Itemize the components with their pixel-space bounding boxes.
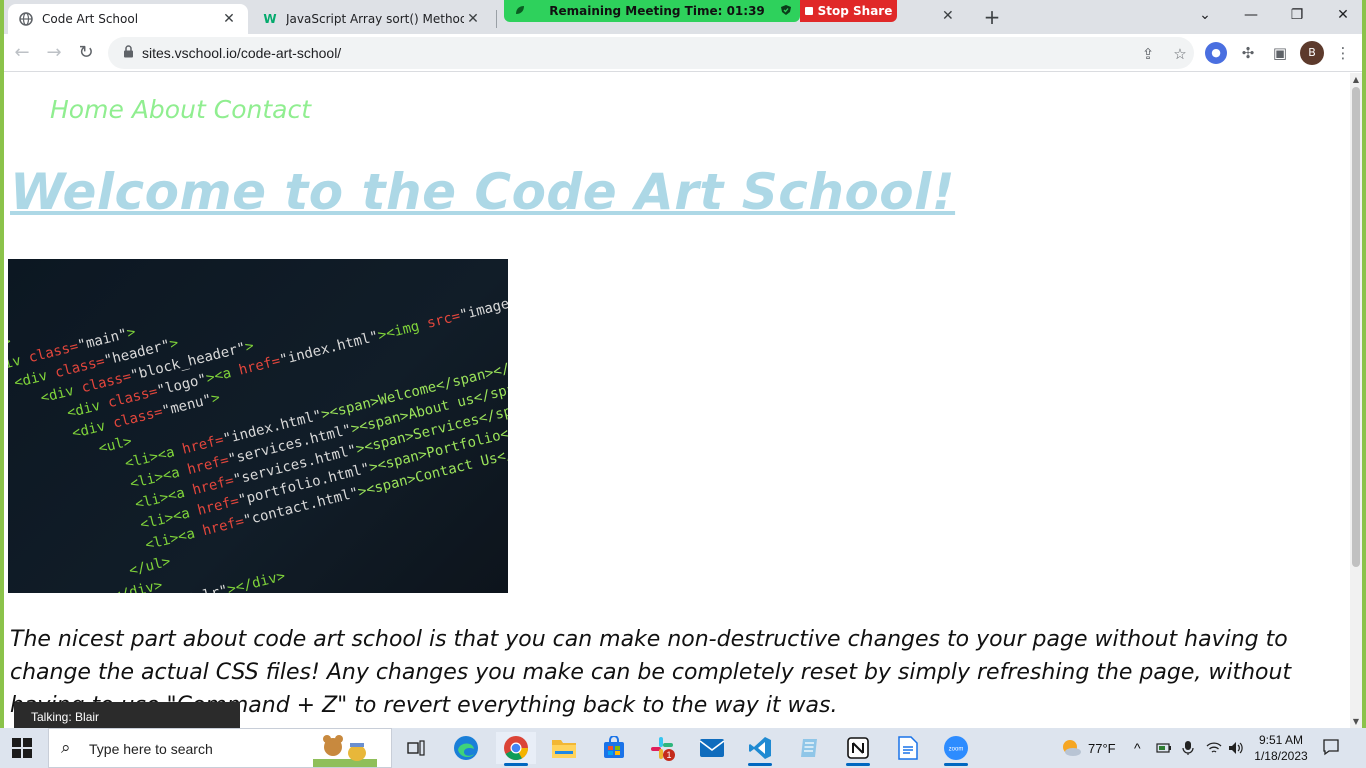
tab-code-art-school[interactable]: Code Art School ✕ (8, 4, 248, 34)
weather-sun-icon (1063, 740, 1081, 756)
restore-button[interactable]: ❐ (1274, 4, 1320, 26)
code-line: </div> (111, 577, 164, 593)
close-tab-icon[interactable]: ✕ (220, 11, 238, 27)
system-clock[interactable]: 9:51 AM 1/18/2023 (1246, 732, 1316, 764)
scrollbar-thumb[interactable] (1352, 87, 1360, 567)
site-nav: Home About Contact (50, 95, 311, 124)
taskbar-search-box[interactable]: ⌕ Type here to search (48, 728, 392, 768)
minimize-button[interactable]: — (1228, 4, 1274, 26)
tab-separator (496, 10, 497, 28)
search-icon: ⌕ (61, 738, 71, 757)
code-image-svg: <head><body><div class="main"><div class… (8, 273, 508, 593)
webpage: Home About Contact Welcome to the Code A… (4, 73, 1350, 728)
scroll-up-arrow[interactable]: ▲ (1350, 75, 1362, 84)
reload-button[interactable]: ↻ (74, 41, 98, 65)
slack-badge: 1 (666, 750, 671, 760)
shield-icon[interactable] (780, 4, 800, 19)
zoom-app-icon[interactable]: zoom (936, 732, 976, 766)
profile-avatar[interactable]: B (1300, 41, 1324, 65)
bookmark-star-icon[interactable]: ☆ (1170, 44, 1190, 64)
svg-text:zoom: zoom (949, 747, 964, 753)
close-tab-icon[interactable]: ✕ (942, 8, 954, 24)
new-tab-button[interactable]: + (980, 6, 1004, 30)
file-explorer-icon[interactable] (544, 732, 584, 764)
zoom-leaf-icon (514, 4, 534, 19)
slack-icon[interactable]: 1 (642, 732, 682, 764)
extension-icon[interactable]: ● (1205, 42, 1227, 64)
nav-home-link[interactable]: Home (50, 95, 124, 124)
share-icon[interactable]: ⇪ (1138, 44, 1158, 64)
stop-icon (804, 7, 813, 15)
windows-start-icon[interactable] (12, 738, 32, 758)
notepad-icon[interactable] (790, 732, 830, 764)
tab-title: Code Art School (42, 12, 139, 26)
nav-about-link[interactable]: About (132, 95, 206, 124)
windows-taskbar: ⌕ Type here to search 1 zoom 77°F ^ 9:51… (0, 728, 1366, 768)
vscode-icon[interactable] (740, 732, 780, 766)
globe-icon (18, 11, 34, 27)
show-hidden-icons-icon[interactable]: ^ (1134, 728, 1141, 768)
forward-button[interactable]: → (42, 41, 66, 65)
zoom-talking-indicator: Talking: Blair (14, 702, 240, 730)
w3schools-icon: W (263, 12, 277, 26)
weather-temp: 77°F (1088, 740, 1116, 756)
search-highlight-art (313, 735, 377, 767)
page-heading: Welcome to the Code Art School! (10, 163, 956, 221)
microphone-icon[interactable] (1182, 728, 1194, 768)
scroll-down-arrow[interactable]: ▼ (1350, 717, 1362, 726)
mail-icon[interactable] (692, 732, 732, 764)
code-line: <ul> (97, 433, 134, 457)
menu-kebab-icon[interactable]: ⋮ (1332, 42, 1354, 64)
browser-toolbar: ← → ↻ sites.vschool.io/code-art-school/ … (4, 34, 1362, 72)
page-scrollbar[interactable]: ▲ ▼ (1350, 73, 1362, 728)
search-placeholder: Type here to search (89, 741, 213, 757)
side-panel-icon[interactable]: ▣ (1269, 42, 1291, 64)
weather-widget[interactable]: 77°F (1060, 728, 1116, 768)
notion-icon[interactable] (838, 732, 878, 766)
microsoft-store-icon[interactable] (594, 732, 634, 764)
back-button[interactable]: ← (10, 41, 34, 65)
close-window-button[interactable]: ✕ (1320, 4, 1366, 26)
stop-share-label: Stop Share (817, 4, 893, 18)
close-tab-icon[interactable]: ✕ (464, 11, 482, 27)
lock-icon[interactable] (120, 45, 136, 61)
chrome-icon[interactable] (496, 732, 536, 766)
code-screenshot-image: <head><body><div class="main"><div class… (8, 259, 508, 593)
clock-date: 1/18/2023 (1254, 749, 1308, 763)
tab-title: JavaScript Array sort() Method (286, 12, 464, 26)
clock-time: 9:51 AM (1258, 733, 1304, 747)
tab-javascript-sort[interactable]: W JavaScript Array sort() Method ✕ (252, 4, 492, 34)
code-line: </ul> (127, 553, 172, 579)
docs-icon[interactable] (888, 732, 928, 764)
extensions-puzzle-icon[interactable]: ✣ (1237, 42, 1259, 64)
task-view-icon[interactable] (396, 732, 436, 764)
stop-share-button[interactable]: Stop Share (800, 0, 897, 22)
tab-search-icon[interactable]: ⌄ (1182, 4, 1228, 26)
remaining-meeting-time: Remaining Meeting Time: 01:39 (549, 4, 765, 18)
volume-icon[interactable] (1228, 728, 1244, 768)
address-bar[interactable]: sites.vschool.io/code-art-school/ ⇪ ☆ (108, 37, 1194, 69)
notifications-icon[interactable] (1322, 738, 1340, 761)
battery-icon[interactable] (1156, 728, 1172, 768)
url-text: sites.vschool.io/code-art-school/ (142, 45, 342, 61)
zoom-meeting-timer: Remaining Meeting Time: 01:39 (504, 0, 800, 22)
network-icon[interactable] (1206, 728, 1222, 768)
edge-icon[interactable] (446, 732, 486, 764)
nav-contact-link[interactable]: Contact (214, 95, 311, 124)
